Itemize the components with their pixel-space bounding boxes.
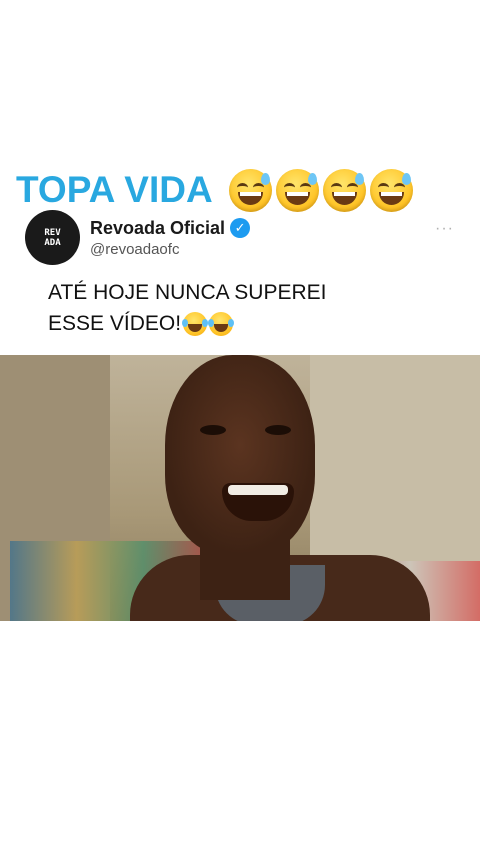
- tweet-emoji-row: [182, 312, 235, 337]
- verified-badge-icon: ✓: [230, 218, 251, 238]
- grinning-sweat-face-icon: [369, 168, 413, 212]
- grinning-sweat-face-icon: [275, 168, 319, 212]
- avatar-logo-text: REV ADA: [44, 227, 61, 248]
- grinning-sweat-face-icon: [322, 168, 366, 212]
- grinning-sweat-face-icon: [228, 168, 272, 212]
- account-handle[interactable]: @revoadaofc: [90, 241, 250, 258]
- meme-headline: TOPA VIDA: [16, 166, 413, 214]
- tweet-header: REV ADA Revoada Oficial ✓ @revoadaofc: [25, 210, 251, 265]
- tweet-text-line-1: ATÉ HOJE NUNCA SUPEREI: [48, 281, 327, 304]
- headline-text: TOPA VIDA: [16, 169, 213, 210]
- tears-of-joy-icon: [208, 312, 235, 337]
- avatar[interactable]: REV ADA: [25, 210, 80, 265]
- tweet-text-line-2-row: ESSE VÍDEO!: [48, 308, 448, 339]
- more-options-icon[interactable]: ···: [435, 220, 454, 238]
- video-person-eye-left: [200, 425, 226, 435]
- headline-emoji-row: [228, 168, 413, 212]
- video-frame[interactable]: [0, 355, 480, 621]
- display-name[interactable]: Revoada Oficial: [90, 218, 225, 239]
- tears-of-joy-icon: [182, 312, 209, 337]
- tweet-text: ATÉ HOJE NUNCA SUPEREI ESSE VÍDEO!: [48, 277, 448, 339]
- display-name-row: Revoada Oficial ✓: [90, 218, 251, 239]
- video-person-head: [165, 355, 315, 555]
- tweet-text-line-2: ESSE VÍDEO!: [48, 312, 182, 335]
- account-names: Revoada Oficial ✓ @revoadaofc: [90, 218, 251, 258]
- video-person-eye-right: [265, 425, 291, 435]
